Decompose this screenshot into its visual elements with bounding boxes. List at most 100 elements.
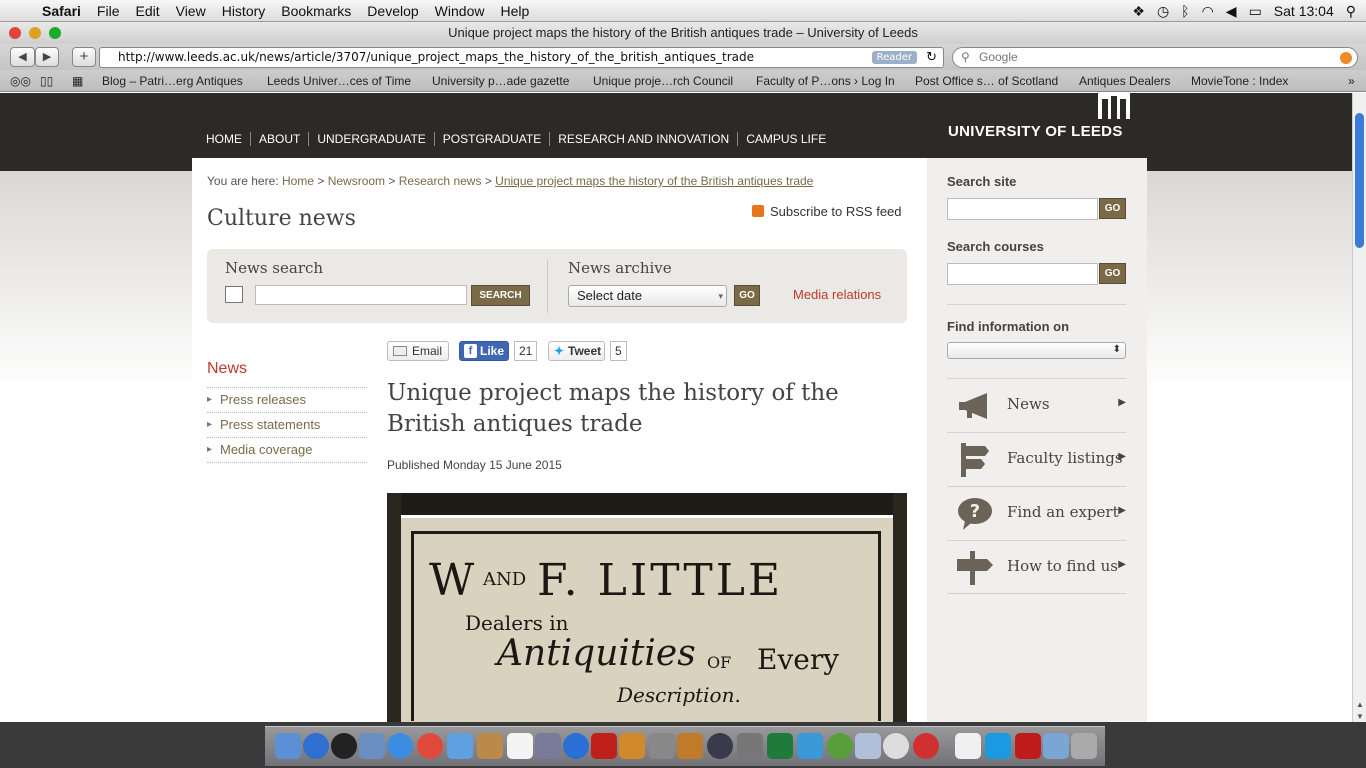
scroll-down-arrow-icon[interactable]: ▼ [1356, 712, 1364, 721]
facetime-icon[interactable] [447, 733, 473, 759]
clock[interactable]: Sat 13:04 [1274, 3, 1334, 19]
close-window-icon[interactable] [9, 27, 21, 39]
flash-icon[interactable] [1015, 733, 1041, 759]
snapback-icon[interactable] [1340, 52, 1352, 64]
calendar-dock-icon[interactable] [507, 733, 533, 759]
quick-link-news[interactable]: News ▶ [947, 378, 1126, 432]
battery-icon[interactable]: ▭ [1249, 3, 1262, 20]
excel-icon[interactable] [767, 733, 793, 759]
left-nav-media-coverage[interactable]: Media coverage [207, 437, 367, 463]
skype-icon[interactable] [985, 733, 1011, 759]
breadcrumb-research-news[interactable]: Research news [399, 174, 482, 188]
news-search-button[interactable]: SEARCH [471, 285, 530, 306]
bookmark-item[interactable]: University p…ade gazette [432, 70, 569, 91]
menu-help[interactable]: Help [492, 3, 537, 19]
reading-list-icon[interactable]: ◎◎ [10, 70, 31, 91]
tool-icon[interactable] [883, 733, 909, 759]
bookmark-item[interactable]: Blog – Patri…erg Antiques [102, 70, 243, 91]
nav-about[interactable]: ABOUT [251, 132, 310, 146]
menu-develop[interactable]: Develop [359, 3, 426, 19]
left-nav-heading[interactable]: News [207, 360, 247, 378]
quick-link-how-to-find-us[interactable]: How to find us ▶ [947, 540, 1126, 594]
bookmark-item[interactable]: Faculty of P…ons › Log In [756, 70, 895, 91]
archive-date-select[interactable]: Select date ▾ [568, 285, 727, 307]
time-machine-icon[interactable]: ◷ [1157, 3, 1169, 20]
breadcrumb-current[interactable]: Unique project maps the history of the B… [495, 174, 813, 188]
game-center-icon[interactable] [913, 733, 939, 759]
dashboard-icon[interactable] [331, 733, 357, 759]
archive-go-button[interactable]: GO [734, 285, 760, 306]
top-sites-icon[interactable]: ▦ [72, 70, 83, 91]
volume-icon[interactable]: ◀ [1226, 3, 1237, 20]
reload-icon[interactable]: ↻ [926, 48, 937, 67]
photo-app-icon[interactable] [591, 733, 617, 759]
nav-home[interactable]: HOME [206, 132, 251, 146]
wifi-icon[interactable]: ◠ [1202, 3, 1214, 20]
globe-icon[interactable] [827, 733, 853, 759]
nav-undergraduate[interactable]: UNDERGRADUATE [309, 132, 435, 146]
minimize-window-icon[interactable] [29, 27, 41, 39]
garageband-icon[interactable] [677, 733, 703, 759]
google-search-field[interactable]: ⚲ Google [952, 47, 1358, 68]
facebook-like-button[interactable]: f Like [459, 341, 509, 361]
menu-view[interactable]: View [168, 3, 214, 19]
contacts-icon[interactable] [477, 733, 503, 759]
menu-bookmarks[interactable]: Bookmarks [273, 3, 359, 19]
bookmark-item[interactable]: Unique proje…rch Council [593, 70, 733, 91]
nav-postgraduate[interactable]: POSTGRADUATE [435, 132, 551, 146]
forward-button[interactable]: ▶ [35, 47, 59, 67]
more-bookmarks-icon[interactable]: » [1348, 70, 1355, 91]
document-icon[interactable] [955, 733, 981, 759]
messenger-icon[interactable] [797, 733, 823, 759]
zoom-window-icon[interactable] [49, 27, 61, 39]
scroll-up-arrow-icon[interactable]: ▲ [1356, 700, 1364, 709]
time-machine-dock-icon[interactable] [707, 733, 733, 759]
nav-campus-life[interactable]: CAMPUS LIFE [738, 132, 834, 146]
left-nav-press-releases[interactable]: Press releases [207, 387, 367, 412]
dropbox-icon[interactable]: ❖ [1132, 3, 1145, 20]
utility-icon[interactable] [649, 733, 675, 759]
itunes-icon[interactable] [563, 733, 589, 759]
iphoto-icon[interactable] [619, 733, 645, 759]
trash-icon[interactable] [1071, 733, 1097, 759]
breadcrumb-home[interactable]: Home [282, 174, 314, 188]
menu-edit[interactable]: Edit [127, 3, 167, 19]
preview-icon[interactable] [359, 733, 385, 759]
university-logo[interactable]: UNIVERSITY OF LEEDS [948, 123, 1123, 140]
finder-icon[interactable] [275, 733, 301, 759]
bookmark-item[interactable]: Post Office s… of Scotland [915, 70, 1058, 91]
system-preferences-icon[interactable] [737, 733, 763, 759]
quick-link-faculty-listings[interactable]: Faculty listings ▶ [947, 432, 1126, 486]
menu-file[interactable]: File [89, 3, 128, 19]
spotlight-icon[interactable]: ⚲ [1346, 3, 1356, 20]
bookmark-item[interactable]: Leeds Univer…ces of Time [267, 70, 411, 91]
news-search-input[interactable] [255, 285, 467, 305]
app-store-icon[interactable] [303, 733, 329, 759]
find-info-select[interactable]: ⬍ [947, 342, 1126, 359]
bookmarks-icon[interactable]: ▯▯ [40, 70, 53, 91]
media-relations-link[interactable]: Media relations [793, 287, 881, 302]
back-button[interactable]: ◀ [10, 47, 35, 67]
folder-icon[interactable] [1043, 733, 1069, 759]
search-site-go-button[interactable]: GO [1099, 198, 1126, 219]
breadcrumb-newsroom[interactable]: Newsroom [328, 174, 385, 188]
bluetooth-icon[interactable]: ᛒ [1181, 3, 1189, 19]
rss-link[interactable]: Subscribe to RSS feed [752, 204, 902, 219]
nav-research[interactable]: RESEARCH AND INNOVATION [550, 132, 739, 146]
search-site-input[interactable] [947, 198, 1098, 220]
page-scrollbar[interactable]: ▲ ▼ [1352, 93, 1366, 723]
menu-window[interactable]: Window [427, 3, 493, 19]
tweet-button[interactable]: ✦ Tweet [548, 341, 605, 361]
menu-history[interactable]: History [214, 3, 274, 19]
image-capture-icon[interactable] [855, 733, 881, 759]
scrollbar-thumb[interactable] [1355, 113, 1364, 248]
safari-icon[interactable] [387, 733, 413, 759]
search-courses-input[interactable] [947, 263, 1098, 285]
email-share-button[interactable]: Email [387, 341, 449, 361]
left-nav-press-statements[interactable]: Press statements [207, 412, 367, 437]
menu-app[interactable]: Safari [34, 3, 89, 19]
address-bar[interactable]: http://www.leeds.ac.uk/news/article/3707… [99, 47, 944, 68]
bookmark-item[interactable]: Antiques Dealers [1079, 70, 1170, 91]
bookmark-item[interactable]: MovieTone : Index [1191, 70, 1288, 91]
photo-booth-icon[interactable] [535, 733, 561, 759]
